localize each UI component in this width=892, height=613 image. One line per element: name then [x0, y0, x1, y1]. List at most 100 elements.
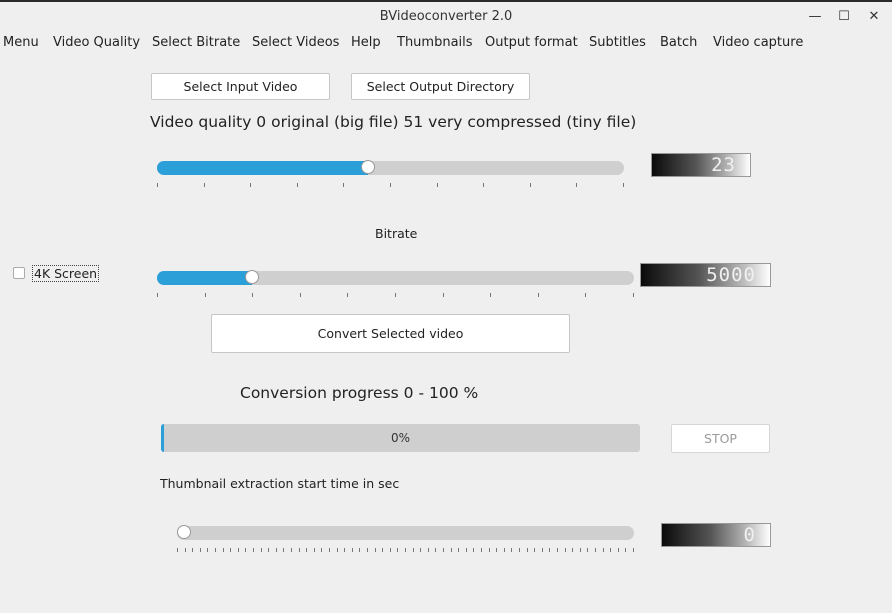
menu-thumbnails[interactable]: Thumbnails [397, 35, 473, 50]
minimize-icon[interactable]: — [804, 6, 826, 28]
select-input-video-button[interactable]: Select Input Video [151, 73, 330, 100]
slider-tick [367, 548, 368, 552]
slider-tick [610, 548, 611, 552]
slider-tick [157, 293, 158, 297]
slider-tick [542, 548, 543, 552]
slider-tick [200, 548, 201, 552]
slider-tick [283, 548, 284, 552]
close-icon[interactable]: ✕ [863, 6, 885, 28]
slider-tick [489, 548, 490, 552]
slider-tick [534, 548, 535, 552]
quality-slider-ticks [157, 183, 624, 188]
slider-tick [587, 548, 588, 552]
bitrate-slider-fill [157, 271, 252, 285]
quality-slider[interactable] [157, 160, 624, 191]
slider-tick [481, 548, 482, 552]
menu-output-format[interactable]: Output format [485, 35, 578, 50]
slider-tick [395, 293, 396, 297]
slider-tick [347, 293, 348, 297]
slider-tick [580, 548, 581, 552]
slider-tick [603, 548, 604, 552]
slider-tick [405, 548, 406, 552]
select-output-directory-button[interactable]: Select Output Directory [351, 73, 530, 100]
slider-tick [595, 548, 596, 552]
thumbnail-slider-handle[interactable] [177, 525, 191, 539]
slider-tick [576, 183, 577, 187]
thumbnail-label: Thumbnail extraction start time in sec [160, 476, 400, 491]
slider-tick [633, 548, 634, 552]
slider-tick [300, 293, 301, 297]
slider-tick [496, 548, 497, 552]
slider-tick [157, 183, 158, 187]
conversion-progress-bar: 0% [161, 424, 640, 452]
thumbnail-slider[interactable] [177, 525, 634, 556]
slider-tick [215, 548, 216, 552]
slider-tick [504, 548, 505, 552]
slider-tick [565, 548, 566, 552]
bitrate-slider-handle[interactable] [245, 270, 259, 284]
4k-screen-label[interactable]: 4K Screen [32, 265, 100, 282]
4k-screen-checkbox[interactable] [13, 267, 25, 279]
slider-tick [390, 183, 391, 187]
slider-tick [557, 548, 558, 552]
title-bar: BVideoconverter 2.0 — ☐ ✕ [0, 2, 892, 32]
slider-tick [490, 293, 491, 297]
slider-tick [238, 548, 239, 552]
slider-tick [625, 548, 626, 552]
slider-tick [261, 548, 262, 552]
slider-tick [443, 548, 444, 552]
slider-tick [250, 183, 251, 187]
slider-tick [276, 548, 277, 552]
slider-tick [466, 548, 467, 552]
slider-tick [382, 548, 383, 552]
menu-subtitles[interactable]: Subtitles [589, 35, 646, 50]
slider-tick [413, 548, 414, 552]
menu-bar: Menu Video Quality Select Bitrate Select… [0, 32, 892, 54]
slider-tick [538, 293, 539, 297]
slider-tick [204, 183, 205, 187]
slider-tick [252, 293, 253, 297]
slider-tick [451, 548, 452, 552]
slider-tick [483, 183, 484, 187]
menu-select-bitrate[interactable]: Select Bitrate [152, 35, 240, 50]
menu-help[interactable]: Help [351, 35, 381, 50]
slider-tick [618, 548, 619, 552]
menu-video-capture[interactable]: Video capture [713, 35, 803, 50]
quality-slider-handle[interactable] [361, 160, 375, 174]
slider-tick [321, 548, 322, 552]
convert-selected-video-button[interactable]: Convert Selected video [211, 314, 570, 353]
slider-tick [585, 293, 586, 297]
slider-tick [375, 548, 376, 552]
slider-tick [443, 293, 444, 297]
slider-tick [223, 548, 224, 552]
menu-select-videos[interactable]: Select Videos [252, 35, 339, 50]
thumbnail-lcd-display: 0 [661, 523, 771, 547]
thumbnail-slider-groove [177, 526, 634, 540]
slider-tick [245, 548, 246, 552]
slider-tick [337, 548, 338, 552]
bitrate-slider[interactable] [157, 270, 634, 301]
quality-label: Video quality 0 original (big file) 51 v… [150, 113, 637, 131]
slider-tick [549, 548, 550, 552]
menu-video-quality[interactable]: Video Quality [53, 35, 140, 50]
slider-tick [329, 548, 330, 552]
slider-tick [291, 548, 292, 552]
quality-lcd-display: 23 [651, 153, 751, 177]
slider-tick [359, 548, 360, 552]
slider-tick [185, 548, 186, 552]
slider-tick [343, 183, 344, 187]
slider-tick [511, 548, 512, 552]
slider-tick [230, 548, 231, 552]
menu-menu[interactable]: Menu [3, 35, 39, 50]
maximize-icon[interactable]: ☐ [833, 6, 855, 28]
slider-tick [306, 548, 307, 552]
bitrate-lcd-display: 5000 [640, 263, 771, 287]
slider-tick [314, 548, 315, 552]
slider-tick [205, 293, 206, 297]
menu-batch[interactable]: Batch [660, 35, 697, 50]
slider-tick [390, 548, 391, 552]
stop-button[interactable]: STOP [671, 424, 770, 453]
slider-tick [420, 548, 421, 552]
slider-tick [530, 183, 531, 187]
slider-tick [253, 548, 254, 552]
